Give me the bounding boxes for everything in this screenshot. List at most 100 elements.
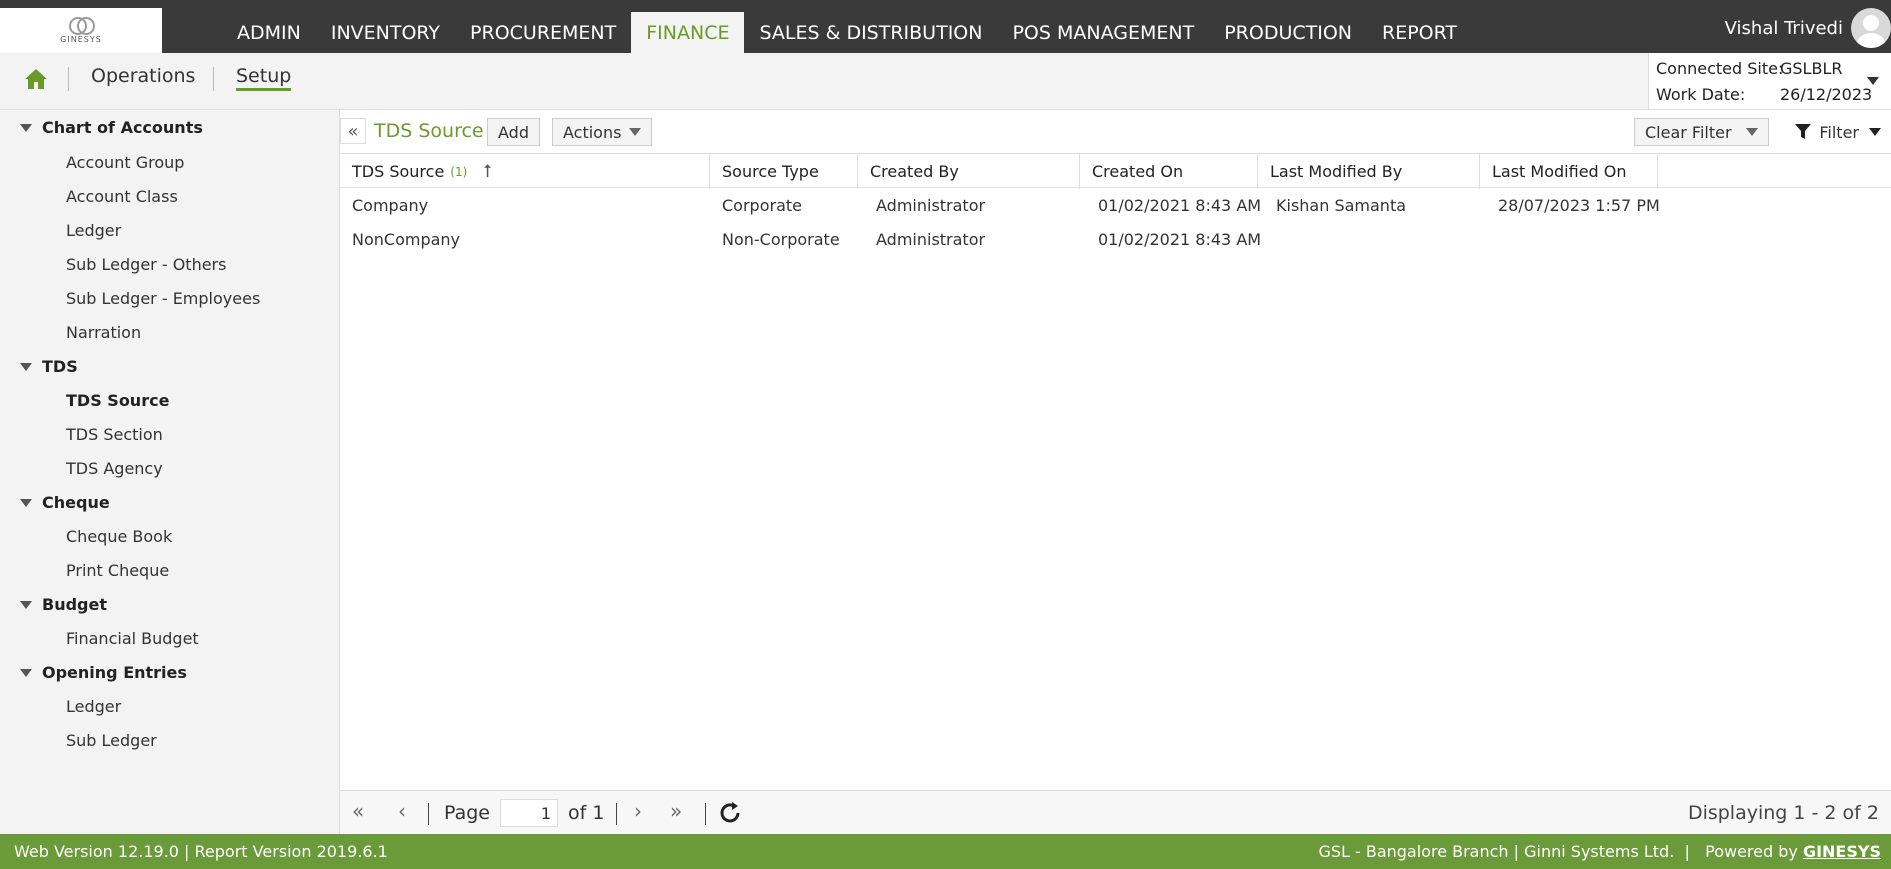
cell-created-on: 01/02/2021 8:43 AM — [1098, 195, 1262, 215]
collapse-sidebar-button[interactable]: « — [340, 118, 366, 144]
user-menu[interactable]: Vishal Trivedi — [1725, 6, 1891, 50]
sidebar-item-financial-budget[interactable]: Financial Budget — [66, 629, 199, 648]
chevron-down-icon — [20, 600, 32, 609]
sidebar-group-tds[interactable]: TDS — [20, 357, 78, 376]
nav-item-report[interactable]: REPORT — [1367, 12, 1472, 53]
display-count: Displaying 1 - 2 of 2 — [1687, 802, 1879, 824]
cell-last-modified-on: 28/07/2023 1:57 PM — [1498, 195, 1660, 215]
home-icon[interactable] — [24, 67, 48, 91]
page-of-label: of 1 — [568, 802, 605, 824]
sidebar-item-print-cheque[interactable]: Print Cheque — [66, 561, 169, 580]
chevron-down-icon — [20, 362, 32, 371]
page-title: TDS Source — [374, 120, 484, 142]
sort-ascending-icon[interactable]: ⭡ — [483, 161, 491, 182]
column-header-last-modified-by[interactable]: Last Modified By — [1258, 154, 1480, 189]
page-number-input[interactable] — [500, 799, 558, 827]
actions-label: Actions — [563, 122, 622, 142]
chevron-down-icon — [629, 128, 642, 136]
first-page-icon[interactable]: « — [352, 799, 364, 823]
sidebar-group-budget[interactable]: Budget — [20, 595, 107, 614]
connected-site: Connected Site: GSLBLR — [1656, 59, 1842, 78]
main-panel: « TDS Source Add Actions Clear Filter Fi… — [340, 110, 1891, 834]
ginesys-logo[interactable]: GINESYS — [0, 8, 162, 53]
column-header-last-modified-on[interactable]: Last Modified On — [1480, 154, 1658, 189]
site-dropdown-caret-icon[interactable] — [1867, 77, 1879, 85]
sidebar-item-tds-section[interactable]: TDS Section — [66, 425, 163, 444]
filter-label: Filter — [1819, 122, 1859, 142]
sidebar-group-label: TDS — [42, 357, 78, 376]
nav-item-sales-distribution[interactable]: SALES & DISTRIBUTION — [744, 12, 997, 53]
nav-item-production[interactable]: PRODUCTION — [1209, 12, 1367, 53]
clear-filter-label: Clear Filter — [1645, 122, 1732, 142]
sidebar-item-opening-sub-ledger[interactable]: Sub Ledger — [66, 731, 157, 750]
avatar-icon[interactable] — [1851, 8, 1891, 48]
double-chevron-left-icon: « — [347, 120, 359, 142]
sidebar-group-chart-of-accounts[interactable]: Chart of Accounts — [20, 118, 203, 137]
version-info: Web Version 12.19.0 | Report Version 201… — [14, 842, 388, 861]
cell-last-modified-by: Kishan Samanta — [1276, 195, 1407, 215]
footer: Web Version 12.19.0 | Report Version 201… — [0, 834, 1891, 869]
chevron-down-icon — [1745, 128, 1758, 136]
clear-filter-button[interactable]: Clear Filter — [1634, 118, 1769, 146]
table-row[interactable]: NonCompany Non-Corporate Administrator 0… — [340, 222, 1891, 256]
add-button[interactable]: Add — [487, 118, 540, 146]
divider — [616, 803, 617, 825]
sidebar-group-label: Cheque — [42, 493, 110, 512]
cell-created-by: Administrator — [876, 195, 986, 215]
ginesys-link[interactable]: GINESYS — [1803, 842, 1881, 861]
divider — [428, 803, 429, 825]
nav-item-pos-management[interactable]: POS MANAGEMENT — [997, 12, 1209, 53]
actions-button[interactable]: Actions — [552, 118, 653, 146]
column-header-created-on[interactable]: Created On — [1080, 154, 1258, 189]
nav-item-inventory[interactable]: INVENTORY — [316, 12, 455, 53]
pager: « ‹ Page of 1 › » Displaying 1 - 2 of 2 — [340, 790, 1891, 834]
column-header-source-type[interactable]: Source Type — [710, 154, 858, 189]
table-row[interactable]: Company Corporate Administrator 01/02/20… — [340, 188, 1891, 222]
sidebar-item-tds-source[interactable]: TDS Source — [66, 391, 169, 410]
nav-item-admin[interactable]: ADMIN — [222, 12, 316, 53]
work-date: Work Date: 26/12/2023 — [1656, 85, 1872, 104]
sidebar-item-tds-agency[interactable]: TDS Agency — [66, 459, 163, 478]
column-header-label: TDS Source — [352, 162, 445, 181]
sidebar-item-cheque-book[interactable]: Cheque Book — [66, 527, 172, 546]
user-name: Vishal Trivedi — [1724, 17, 1843, 39]
sidebar-group-cheque[interactable]: Cheque — [20, 493, 110, 512]
site-info[interactable]: Connected Site: GSLBLR Work Date: 26/12/… — [1648, 53, 1891, 109]
tab-operations[interactable]: Operations — [91, 65, 195, 87]
column-header-tds-source[interactable]: TDS Source (1) ⭡ — [340, 154, 710, 189]
sidebar-item-opening-ledger[interactable]: Ledger — [66, 697, 121, 716]
sidebar-item-account-group[interactable]: Account Group — [66, 153, 184, 172]
sidebar: Chart of Accounts Account Group Account … — [0, 110, 340, 834]
divider — [213, 67, 214, 91]
page-label: Page — [444, 802, 490, 824]
sort-count-badge: (1) — [450, 164, 468, 179]
sidebar-item-narration[interactable]: Narration — [66, 323, 141, 342]
sidebar-item-sub-ledger-others[interactable]: Sub Ledger - Others — [66, 255, 226, 274]
cell-created-on: 01/02/2021 8:43 AM — [1098, 229, 1262, 249]
column-header-created-by[interactable]: Created By — [858, 154, 1080, 189]
grid-toolbar: « TDS Source Add Actions Clear Filter Fi… — [340, 110, 1891, 153]
sidebar-group-label: Budget — [42, 595, 107, 614]
logo-mark-icon — [69, 17, 95, 35]
sidebar-item-sub-ledger-employees[interactable]: Sub Ledger - Employees — [66, 289, 260, 308]
sidebar-group-opening-entries[interactable]: Opening Entries — [20, 663, 187, 682]
chevron-down-icon — [1869, 128, 1881, 136]
cell-last-modified-by — [1264, 222, 1276, 256]
sub-header: Operations Setup Connected Site: GSLBLR … — [0, 53, 1891, 110]
cell-tds-source: Company — [352, 195, 429, 215]
sidebar-item-ledger[interactable]: Ledger — [66, 221, 121, 240]
previous-page-icon[interactable]: ‹ — [398, 799, 406, 823]
next-page-icon[interactable]: › — [634, 799, 642, 823]
refresh-icon[interactable] — [718, 801, 742, 825]
nav-item-finance[interactable]: FINANCE — [631, 12, 745, 53]
tab-setup[interactable]: Setup — [236, 65, 292, 91]
cell-source-type: Non-Corporate — [722, 229, 840, 249]
chevron-down-icon — [20, 668, 32, 677]
work-date-label: Work Date: — [1656, 85, 1746, 104]
cell-tds-source: NonCompany — [352, 229, 461, 249]
nav-item-procurement[interactable]: PROCUREMENT — [455, 12, 631, 53]
divider — [68, 67, 69, 91]
filter-button[interactable]: Filter — [1795, 118, 1881, 146]
last-page-icon[interactable]: » — [670, 799, 682, 823]
sidebar-item-account-class[interactable]: Account Class — [66, 187, 178, 206]
